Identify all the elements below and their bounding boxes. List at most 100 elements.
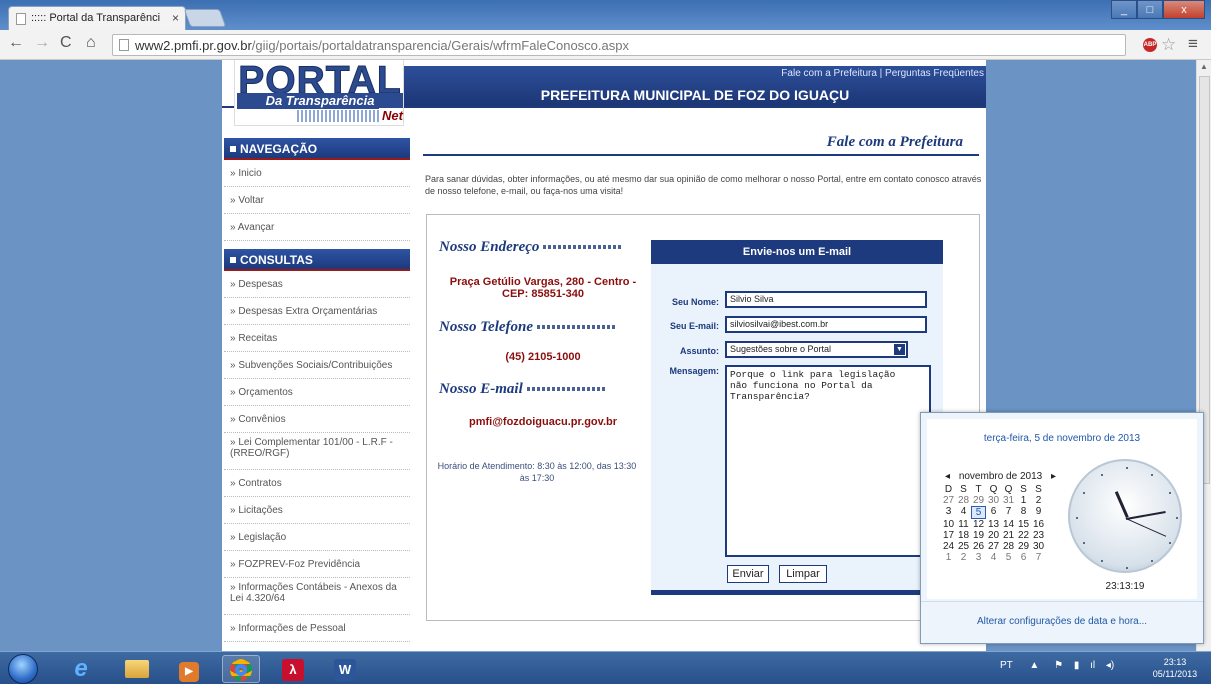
- minimize-button[interactable]: _: [1111, 0, 1137, 19]
- subject-select[interactable]: Sugestões sobre o Portal ▼: [725, 341, 908, 358]
- sidebar-item-avancar[interactable]: » Avançar: [224, 214, 410, 241]
- clear-button[interactable]: Limpar: [779, 565, 827, 583]
- calendar-day[interactable]: 14: [1001, 519, 1016, 530]
- calendar-day[interactable]: 23: [1031, 530, 1046, 541]
- calendar-day[interactable]: 31: [1001, 495, 1016, 506]
- calendar-day[interactable]: 15: [1016, 519, 1031, 530]
- word-icon[interactable]: W: [326, 655, 364, 683]
- calendar-day[interactable]: 7: [1031, 552, 1046, 563]
- calendar-day[interactable]: 3: [941, 506, 956, 519]
- forward-arrow-icon[interactable]: →: [34, 34, 50, 52]
- sidebar-item-contratos[interactable]: » Contratos: [224, 470, 410, 497]
- email-value[interactable]: pmfi@fozdoiguacu.pr.gov.br: [437, 416, 649, 428]
- message-textarea[interactable]: Porque o link para legislação não funcio…: [725, 365, 931, 557]
- maximize-button[interactable]: □: [1137, 0, 1163, 19]
- internet-explorer-icon[interactable]: e: [62, 655, 100, 683]
- calendar-day[interactable]: 27: [941, 495, 956, 506]
- calendar-day[interactable]: 28: [1001, 541, 1016, 552]
- sidebar-item-licitacoes[interactable]: » Licitações: [224, 497, 410, 524]
- calendar-day[interactable]: 2: [1031, 495, 1046, 506]
- calendar-day[interactable]: 6: [1016, 552, 1031, 563]
- sidebar-item-inicio[interactable]: » Inicio: [224, 160, 410, 187]
- bookmark-star-icon[interactable]: ☆: [1161, 35, 1176, 55]
- chevron-down-icon[interactable]: ▼: [894, 344, 905, 355]
- acrobat-icon[interactable]: λ: [274, 655, 312, 683]
- taskbar-clock[interactable]: 23:13 05/11/2013: [1140, 656, 1210, 680]
- calendar-day[interactable]: 1: [941, 552, 956, 563]
- calendar-month-label[interactable]: novembro de 2013: [959, 471, 1042, 482]
- calendar-day[interactable]: 29: [1016, 541, 1031, 552]
- name-input[interactable]: Silvio Silva: [725, 291, 927, 308]
- calendar-day[interactable]: 7: [1001, 506, 1016, 519]
- calendar-day[interactable]: 18: [956, 530, 971, 541]
- calendar-day[interactable]: 30: [986, 495, 1001, 506]
- calendar-day[interactable]: 8: [1016, 506, 1031, 519]
- calendar-day[interactable]: 3: [971, 552, 986, 563]
- calendar-day[interactable]: 28: [956, 495, 971, 506]
- close-window-button[interactable]: x: [1163, 0, 1205, 19]
- address-bar[interactable]: www2.pmfi.pr.gov.br/giig/portais/portald…: [112, 34, 1126, 56]
- scroll-up-icon[interactable]: ▲: [1200, 62, 1208, 71]
- calendar-day[interactable]: 24: [941, 541, 956, 552]
- calendar-day[interactable]: 22: [1016, 530, 1031, 541]
- sidebar-item-convenios[interactable]: » Convênios: [224, 406, 410, 433]
- calendar-day[interactable]: 29: [971, 495, 986, 506]
- header-links[interactable]: Fale com a Prefeitura | Perguntas Freqüe…: [781, 68, 984, 79]
- calendar-day[interactable]: 21: [1001, 530, 1016, 541]
- sidebar-item-orcamentos[interactable]: » Orçamentos: [224, 379, 410, 406]
- sidebar-item-informacoes-contabeis[interactable]: » Informações Contábeis - Anexos da Lei …: [224, 578, 410, 615]
- calendar-day-today[interactable]: 5: [971, 506, 986, 519]
- menu-icon[interactable]: ≡: [1188, 34, 1198, 54]
- calendar-day[interactable]: 25: [956, 541, 971, 552]
- media-player-icon[interactable]: ▶: [170, 655, 208, 683]
- file-explorer-icon[interactable]: [118, 655, 156, 683]
- calendar-day[interactable]: 1: [1016, 495, 1031, 506]
- date-time-settings-link[interactable]: Alterar configurações de data e hora...: [921, 601, 1203, 643]
- home-icon[interactable]: ⌂: [86, 34, 96, 52]
- calendar-day[interactable]: 2: [956, 552, 971, 563]
- calendar-day[interactable]: 13: [986, 519, 1001, 530]
- prev-month-icon[interactable]: ◂: [945, 471, 950, 482]
- calendar-long-date[interactable]: terça-feira, 5 de novembro de 2013: [927, 433, 1197, 444]
- network-icon[interactable]: ıl: [1090, 660, 1095, 671]
- calendar-day[interactable]: 5: [1001, 552, 1016, 563]
- calendar-day[interactable]: 27: [986, 541, 1001, 552]
- language-indicator[interactable]: PT: [1000, 660, 1013, 671]
- sidebar-item-voltar[interactable]: » Voltar: [224, 187, 410, 214]
- calendar-day[interactable]: 16: [1031, 519, 1046, 530]
- calendar-day[interactable]: 19: [971, 530, 986, 541]
- calendar-day[interactable]: 12: [971, 519, 986, 530]
- email-input[interactable]: silviosilvai@ibest.com.br: [725, 316, 927, 333]
- calendar-day[interactable]: 10: [941, 519, 956, 530]
- calendar-day[interactable]: 30: [1031, 541, 1046, 552]
- sidebar-item-despesas[interactable]: » Despesas: [224, 271, 410, 298]
- tray-expand-icon[interactable]: ▲: [1029, 660, 1039, 671]
- calendar-day[interactable]: 9: [1031, 506, 1046, 519]
- sidebar-item-fozprev[interactable]: » FOZPREV-Foz Previdência: [224, 551, 410, 578]
- sidebar-item-receitas[interactable]: » Receitas: [224, 325, 410, 352]
- calendar-day[interactable]: 4: [986, 552, 1001, 563]
- calendar-day[interactable]: 11: [956, 519, 971, 530]
- volume-icon[interactable]: ◂): [1106, 660, 1114, 671]
- calendar-day[interactable]: 26: [971, 541, 986, 552]
- sidebar-item-lrf[interactable]: » Lei Complementar 101/00 - L.R.F - (RRE…: [224, 433, 410, 470]
- send-button[interactable]: Enviar: [727, 565, 769, 583]
- action-center-icon[interactable]: ⚑: [1054, 660, 1063, 671]
- sidebar-item-legislacao[interactable]: » Legislação: [224, 524, 410, 551]
- sidebar-item-subvencoes[interactable]: » Subvenções Sociais/Contribuições: [224, 352, 410, 379]
- next-month-icon[interactable]: ▸: [1051, 471, 1056, 482]
- back-arrow-icon[interactable]: ←: [8, 34, 24, 52]
- calendar-day[interactable]: 4: [956, 506, 971, 519]
- calendar-day[interactable]: 17: [941, 530, 956, 541]
- calendar-day[interactable]: 6: [986, 506, 1001, 519]
- sidebar-item-despesas-extra[interactable]: » Despesas Extra Orçamentárias: [224, 298, 410, 325]
- reload-icon[interactable]: C: [60, 34, 72, 52]
- power-icon[interactable]: ▮: [1074, 660, 1080, 671]
- new-tab-button[interactable]: [183, 9, 227, 27]
- tab-close-icon[interactable]: ×: [172, 11, 179, 25]
- start-button[interactable]: [8, 654, 38, 684]
- adblock-icon[interactable]: ABP: [1143, 38, 1157, 52]
- calendar-day[interactable]: 20: [986, 530, 1001, 541]
- portal-logo[interactable]: PORTAL Da Transparência Net: [234, 60, 404, 126]
- sidebar-item-informacoes-pessoal[interactable]: » Informações de Pessoal: [224, 615, 410, 642]
